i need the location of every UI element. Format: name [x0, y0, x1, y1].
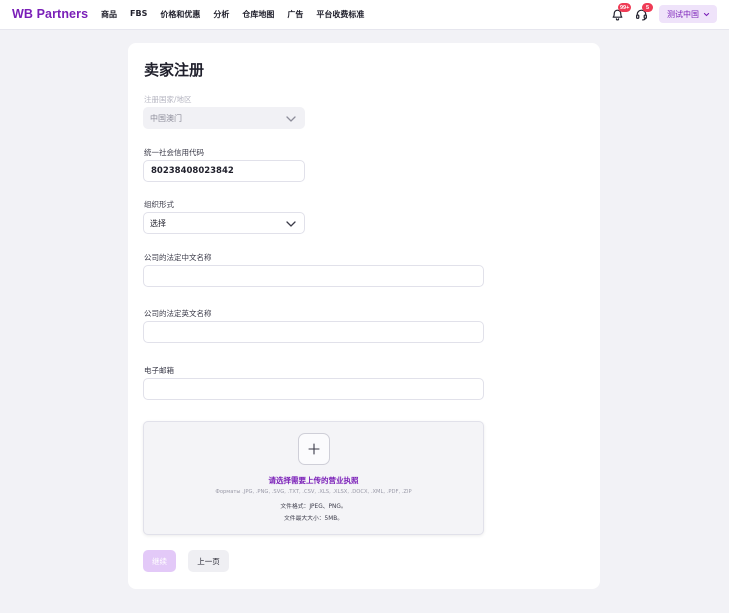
upload-formats: Форматы .JPG, .PNG, .SVG, .TXT, .CSV, .X…	[215, 489, 412, 495]
nav-item-pricing[interactable]: 价格和优惠	[160, 9, 200, 20]
chevron-down-icon	[703, 12, 710, 16]
region-label: 测试中国	[667, 9, 699, 19]
credit-code-input[interactable]: 80238408023842	[143, 160, 305, 182]
header-actions: 99+ 5 测试中国	[609, 3, 717, 23]
org-form-label: 组织形式	[144, 200, 174, 209]
notifications-badge: 99+	[618, 3, 632, 12]
upload-title[interactable]: 请选择需要上传的营业执照	[144, 475, 483, 486]
credit-code-label: 统一社会信用代码	[144, 148, 204, 157]
file-format-note: 文件格式：JPEG、PNG。	[280, 504, 347, 510]
license-upload-area[interactable]: 请选择需要上传的营业执照 Форматы .JPG, .PNG, .SVG, .…	[143, 421, 484, 535]
nav-item-analytics[interactable]: 分析	[213, 9, 229, 20]
nav-item-ads[interactable]: 广告	[287, 9, 303, 20]
plus-icon	[308, 443, 320, 455]
country-select: 中国澳门	[143, 107, 305, 129]
country-label: 注册国家/地区	[144, 95, 192, 104]
max-size-note: 文件最大大小：5MB。	[283, 516, 344, 522]
chevron-down-icon	[286, 116, 296, 122]
notifications-button[interactable]: 99+	[609, 3, 632, 23]
name-en-input[interactable]	[143, 321, 484, 343]
support-badge: 5	[642, 3, 653, 12]
previous-page-button[interactable]: 上一页	[188, 550, 229, 572]
name-en-label: 公司的法定英文名称	[144, 309, 212, 318]
nav-item-fbs[interactable]: FBS	[130, 9, 147, 20]
country-value: 中国澳门	[150, 113, 182, 123]
org-form-select[interactable]: 选择	[143, 212, 305, 234]
email-input[interactable]	[143, 378, 484, 400]
support-button[interactable]: 5	[633, 3, 653, 23]
region-selector[interactable]: 测试中国	[659, 5, 717, 23]
name-cn-input[interactable]	[143, 265, 484, 287]
nav-item-fees[interactable]: 平台收费标准	[316, 9, 364, 20]
nav-item-products[interactable]: 商品	[101, 9, 117, 20]
email-label: 电子邮箱	[144, 366, 174, 375]
continue-button[interactable]: 继续	[143, 550, 176, 572]
logo[interactable]: WB Partners	[12, 7, 88, 21]
credit-code-value: 80238408023842	[151, 166, 234, 176]
nav-item-warehouse-map[interactable]: 仓库地图	[242, 9, 274, 20]
name-cn-label: 公司的法定中文名称	[144, 253, 212, 262]
registration-card: 卖家注册 注册国家/地区 中国澳门 统一社会信用代码 8023840802384…	[128, 43, 600, 589]
add-file-button[interactable]	[298, 433, 330, 465]
main-nav: 商品 FBS 价格和优惠 分析 仓库地图 广告 平台收费标准	[101, 9, 364, 20]
org-form-value: 选择	[150, 218, 166, 228]
top-navigation-bar: WB Partners 商品 FBS 价格和优惠 分析 仓库地图 广告 平台收费…	[0, 0, 729, 30]
page-title: 卖家注册	[144, 61, 205, 79]
chevron-down-icon	[286, 221, 296, 227]
